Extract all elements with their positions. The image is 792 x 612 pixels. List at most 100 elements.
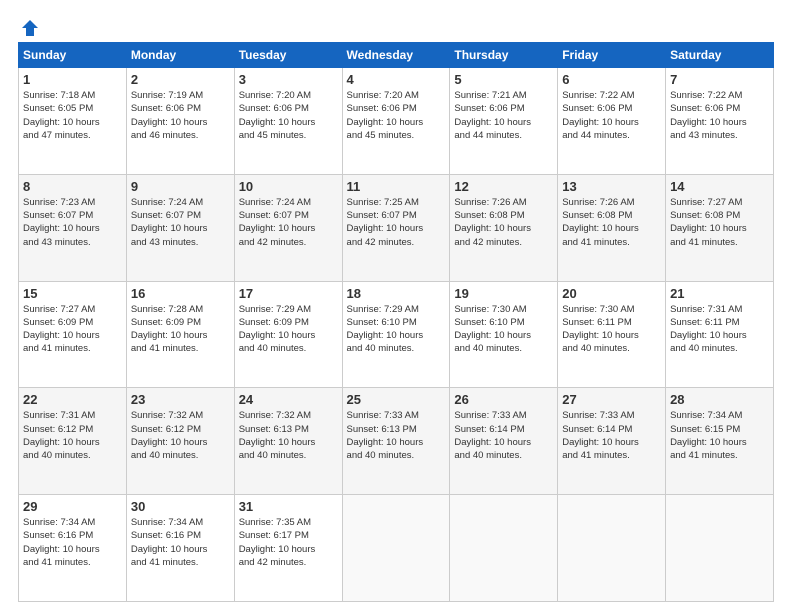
header bbox=[18, 18, 774, 34]
calendar-day-cell: 2 Sunrise: 7:19 AM Sunset: 6:06 PM Dayli… bbox=[126, 68, 234, 175]
calendar-week-row: 15 Sunrise: 7:27 AM Sunset: 6:09 PM Dayl… bbox=[19, 281, 774, 388]
day-info: Sunrise: 7:20 AM Sunset: 6:06 PM Dayligh… bbox=[347, 89, 446, 142]
calendar-day-cell bbox=[666, 495, 774, 602]
calendar-day-header: Tuesday bbox=[234, 43, 342, 68]
day-number: 23 bbox=[131, 392, 230, 407]
day-number: 31 bbox=[239, 499, 338, 514]
calendar-day-cell: 25 Sunrise: 7:33 AM Sunset: 6:13 PM Dayl… bbox=[342, 388, 450, 495]
day-info: Sunrise: 7:33 AM Sunset: 6:14 PM Dayligh… bbox=[454, 409, 553, 462]
day-number: 3 bbox=[239, 72, 338, 87]
calendar-day-cell: 24 Sunrise: 7:32 AM Sunset: 6:13 PM Dayl… bbox=[234, 388, 342, 495]
day-number: 2 bbox=[131, 72, 230, 87]
calendar-day-cell: 8 Sunrise: 7:23 AM Sunset: 6:07 PM Dayli… bbox=[19, 174, 127, 281]
calendar-day-cell: 13 Sunrise: 7:26 AM Sunset: 6:08 PM Dayl… bbox=[558, 174, 666, 281]
day-number: 27 bbox=[562, 392, 661, 407]
day-info: Sunrise: 7:33 AM Sunset: 6:13 PM Dayligh… bbox=[347, 409, 446, 462]
day-number: 16 bbox=[131, 286, 230, 301]
day-info: Sunrise: 7:34 AM Sunset: 6:15 PM Dayligh… bbox=[670, 409, 769, 462]
calendar-day-cell: 16 Sunrise: 7:28 AM Sunset: 6:09 PM Dayl… bbox=[126, 281, 234, 388]
calendar-day-cell: 14 Sunrise: 7:27 AM Sunset: 6:08 PM Dayl… bbox=[666, 174, 774, 281]
day-number: 24 bbox=[239, 392, 338, 407]
day-info: Sunrise: 7:32 AM Sunset: 6:12 PM Dayligh… bbox=[131, 409, 230, 462]
day-info: Sunrise: 7:24 AM Sunset: 6:07 PM Dayligh… bbox=[239, 196, 338, 249]
day-number: 4 bbox=[347, 72, 446, 87]
day-number: 17 bbox=[239, 286, 338, 301]
day-info: Sunrise: 7:22 AM Sunset: 6:06 PM Dayligh… bbox=[670, 89, 769, 142]
day-number: 8 bbox=[23, 179, 122, 194]
day-info: Sunrise: 7:18 AM Sunset: 6:05 PM Dayligh… bbox=[23, 89, 122, 142]
logo bbox=[18, 18, 40, 34]
calendar-day-cell: 30 Sunrise: 7:34 AM Sunset: 6:16 PM Dayl… bbox=[126, 495, 234, 602]
day-info: Sunrise: 7:34 AM Sunset: 6:16 PM Dayligh… bbox=[131, 516, 230, 569]
calendar-day-cell bbox=[342, 495, 450, 602]
calendar-day-cell: 3 Sunrise: 7:20 AM Sunset: 6:06 PM Dayli… bbox=[234, 68, 342, 175]
day-info: Sunrise: 7:20 AM Sunset: 6:06 PM Dayligh… bbox=[239, 89, 338, 142]
logo-icon bbox=[20, 18, 40, 38]
day-info: Sunrise: 7:23 AM Sunset: 6:07 PM Dayligh… bbox=[23, 196, 122, 249]
calendar-day-cell: 18 Sunrise: 7:29 AM Sunset: 6:10 PM Dayl… bbox=[342, 281, 450, 388]
day-info: Sunrise: 7:21 AM Sunset: 6:06 PM Dayligh… bbox=[454, 89, 553, 142]
calendar-header-row: SundayMondayTuesdayWednesdayThursdayFrid… bbox=[19, 43, 774, 68]
calendar-day-cell: 6 Sunrise: 7:22 AM Sunset: 6:06 PM Dayli… bbox=[558, 68, 666, 175]
calendar-day-header: Sunday bbox=[19, 43, 127, 68]
day-number: 1 bbox=[23, 72, 122, 87]
day-number: 5 bbox=[454, 72, 553, 87]
calendar-day-cell: 5 Sunrise: 7:21 AM Sunset: 6:06 PM Dayli… bbox=[450, 68, 558, 175]
calendar-week-row: 29 Sunrise: 7:34 AM Sunset: 6:16 PM Dayl… bbox=[19, 495, 774, 602]
calendar-day-cell: 11 Sunrise: 7:25 AM Sunset: 6:07 PM Dayl… bbox=[342, 174, 450, 281]
calendar-table: SundayMondayTuesdayWednesdayThursdayFrid… bbox=[18, 42, 774, 602]
day-number: 20 bbox=[562, 286, 661, 301]
day-number: 15 bbox=[23, 286, 122, 301]
calendar-day-cell: 4 Sunrise: 7:20 AM Sunset: 6:06 PM Dayli… bbox=[342, 68, 450, 175]
day-info: Sunrise: 7:30 AM Sunset: 6:10 PM Dayligh… bbox=[454, 303, 553, 356]
calendar-day-cell: 10 Sunrise: 7:24 AM Sunset: 6:07 PM Dayl… bbox=[234, 174, 342, 281]
day-info: Sunrise: 7:33 AM Sunset: 6:14 PM Dayligh… bbox=[562, 409, 661, 462]
day-number: 7 bbox=[670, 72, 769, 87]
day-number: 13 bbox=[562, 179, 661, 194]
calendar-body: 1 Sunrise: 7:18 AM Sunset: 6:05 PM Dayli… bbox=[19, 68, 774, 602]
calendar-day-cell: 9 Sunrise: 7:24 AM Sunset: 6:07 PM Dayli… bbox=[126, 174, 234, 281]
calendar-day-cell: 31 Sunrise: 7:35 AM Sunset: 6:17 PM Dayl… bbox=[234, 495, 342, 602]
calendar-day-cell: 1 Sunrise: 7:18 AM Sunset: 6:05 PM Dayli… bbox=[19, 68, 127, 175]
day-info: Sunrise: 7:27 AM Sunset: 6:08 PM Dayligh… bbox=[670, 196, 769, 249]
day-number: 19 bbox=[454, 286, 553, 301]
day-number: 9 bbox=[131, 179, 230, 194]
day-number: 11 bbox=[347, 179, 446, 194]
calendar-day-header: Thursday bbox=[450, 43, 558, 68]
day-number: 21 bbox=[670, 286, 769, 301]
day-info: Sunrise: 7:35 AM Sunset: 6:17 PM Dayligh… bbox=[239, 516, 338, 569]
day-number: 6 bbox=[562, 72, 661, 87]
calendar-day-cell bbox=[450, 495, 558, 602]
day-info: Sunrise: 7:28 AM Sunset: 6:09 PM Dayligh… bbox=[131, 303, 230, 356]
day-number: 18 bbox=[347, 286, 446, 301]
calendar-day-header: Wednesday bbox=[342, 43, 450, 68]
calendar-day-cell: 20 Sunrise: 7:30 AM Sunset: 6:11 PM Dayl… bbox=[558, 281, 666, 388]
day-number: 25 bbox=[347, 392, 446, 407]
calendar-day-cell: 19 Sunrise: 7:30 AM Sunset: 6:10 PM Dayl… bbox=[450, 281, 558, 388]
day-info: Sunrise: 7:25 AM Sunset: 6:07 PM Dayligh… bbox=[347, 196, 446, 249]
day-info: Sunrise: 7:22 AM Sunset: 6:06 PM Dayligh… bbox=[562, 89, 661, 142]
calendar-week-row: 1 Sunrise: 7:18 AM Sunset: 6:05 PM Dayli… bbox=[19, 68, 774, 175]
calendar-day-cell: 17 Sunrise: 7:29 AM Sunset: 6:09 PM Dayl… bbox=[234, 281, 342, 388]
day-number: 28 bbox=[670, 392, 769, 407]
day-number: 26 bbox=[454, 392, 553, 407]
day-number: 10 bbox=[239, 179, 338, 194]
calendar-day-cell: 22 Sunrise: 7:31 AM Sunset: 6:12 PM Dayl… bbox=[19, 388, 127, 495]
day-info: Sunrise: 7:29 AM Sunset: 6:10 PM Dayligh… bbox=[347, 303, 446, 356]
calendar-day-cell: 28 Sunrise: 7:34 AM Sunset: 6:15 PM Dayl… bbox=[666, 388, 774, 495]
calendar-day-header: Monday bbox=[126, 43, 234, 68]
calendar-day-cell: 21 Sunrise: 7:31 AM Sunset: 6:11 PM Dayl… bbox=[666, 281, 774, 388]
calendar-day-header: Friday bbox=[558, 43, 666, 68]
day-info: Sunrise: 7:27 AM Sunset: 6:09 PM Dayligh… bbox=[23, 303, 122, 356]
day-info: Sunrise: 7:26 AM Sunset: 6:08 PM Dayligh… bbox=[454, 196, 553, 249]
day-number: 30 bbox=[131, 499, 230, 514]
calendar-day-cell: 15 Sunrise: 7:27 AM Sunset: 6:09 PM Dayl… bbox=[19, 281, 127, 388]
day-number: 22 bbox=[23, 392, 122, 407]
day-info: Sunrise: 7:30 AM Sunset: 6:11 PM Dayligh… bbox=[562, 303, 661, 356]
calendar-day-cell: 29 Sunrise: 7:34 AM Sunset: 6:16 PM Dayl… bbox=[19, 495, 127, 602]
day-number: 12 bbox=[454, 179, 553, 194]
day-info: Sunrise: 7:31 AM Sunset: 6:11 PM Dayligh… bbox=[670, 303, 769, 356]
day-info: Sunrise: 7:31 AM Sunset: 6:12 PM Dayligh… bbox=[23, 409, 122, 462]
day-info: Sunrise: 7:24 AM Sunset: 6:07 PM Dayligh… bbox=[131, 196, 230, 249]
calendar-week-row: 8 Sunrise: 7:23 AM Sunset: 6:07 PM Dayli… bbox=[19, 174, 774, 281]
